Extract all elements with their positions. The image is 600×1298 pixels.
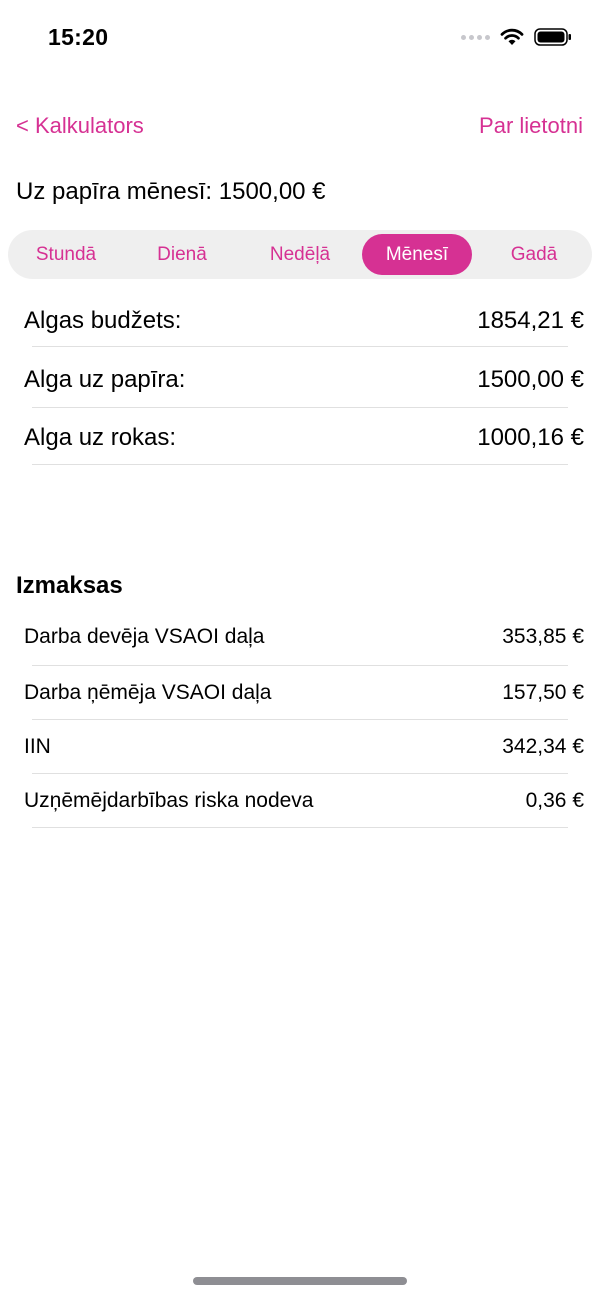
payment-row-value: 342,34 € <box>502 735 584 758</box>
home-indicator[interactable] <box>193 1277 407 1285</box>
payment-row-risk-fee: Uzņēmējdarbības riska nodeva 0,36 € <box>24 774 584 828</box>
salary-row-budget: Algas budžets: 1854,21 € <box>24 292 584 350</box>
salary-row-label: Alga uz rokas: <box>24 424 177 451</box>
payment-row-value: 157,50 € <box>502 681 584 704</box>
payment-row-value: 0,36 € <box>525 789 584 812</box>
battery-icon <box>534 28 571 46</box>
payment-row-iin: IIN 342,34 € <box>24 720 584 774</box>
salary-row-value: 1000,16 € <box>477 424 584 451</box>
salary-row-net: Alga uz rokas: 1000,16 € <box>24 409 584 467</box>
payment-row-label: Darba devēja VSAOI daļa <box>24 625 265 648</box>
back-button[interactable]: < Kalkulators <box>16 113 144 139</box>
about-app-button[interactable]: Par lietotni <box>479 113 583 139</box>
salary-row-label: Algas budžets: <box>24 307 182 334</box>
payment-row-employer-vsaoi: Darba devēja VSAOI daļa 353,85 € <box>24 610 584 664</box>
status-time: 15:20 <box>48 24 109 50</box>
tab-month[interactable]: Mēnesī <box>362 234 472 275</box>
payment-row-value: 353,85 € <box>502 625 584 648</box>
cellular-signal-icon <box>461 34 490 40</box>
salary-row-label: Alga uz papīra: <box>24 366 186 393</box>
period-segmented-control: Stundā Dienā Nedēļā Mēnesī Gadā <box>8 230 592 279</box>
summary-text: Uz papīra mēnesī: 1500,00 € <box>16 178 326 205</box>
status-icons <box>461 28 572 46</box>
tab-hour[interactable]: Stundā <box>12 234 120 275</box>
payments-section-title: Izmaksas <box>16 572 123 599</box>
payment-row-label: Darba ņēmēja VSAOI daļa <box>24 681 272 704</box>
salary-row-gross: Alga uz papīra: 1500,00 € <box>24 351 584 409</box>
divider <box>32 346 568 347</box>
divider <box>32 827 568 828</box>
wifi-icon <box>500 28 524 45</box>
tab-day[interactable]: Dienā <box>128 234 236 275</box>
tab-week[interactable]: Nedēļā <box>244 234 356 275</box>
payment-row-employee-vsaoi: Darba ņēmēja VSAOI daļa 157,50 € <box>24 666 584 720</box>
tab-year[interactable]: Gadā <box>480 234 588 275</box>
payment-row-label: IIN <box>24 735 51 758</box>
salary-row-value: 1854,21 € <box>477 307 584 334</box>
salary-row-value: 1500,00 € <box>477 366 584 393</box>
divider <box>32 464 568 465</box>
status-bar: 15:20 <box>0 0 600 80</box>
payment-row-label: Uzņēmējdarbības riska nodeva <box>24 789 314 812</box>
divider <box>32 407 568 408</box>
